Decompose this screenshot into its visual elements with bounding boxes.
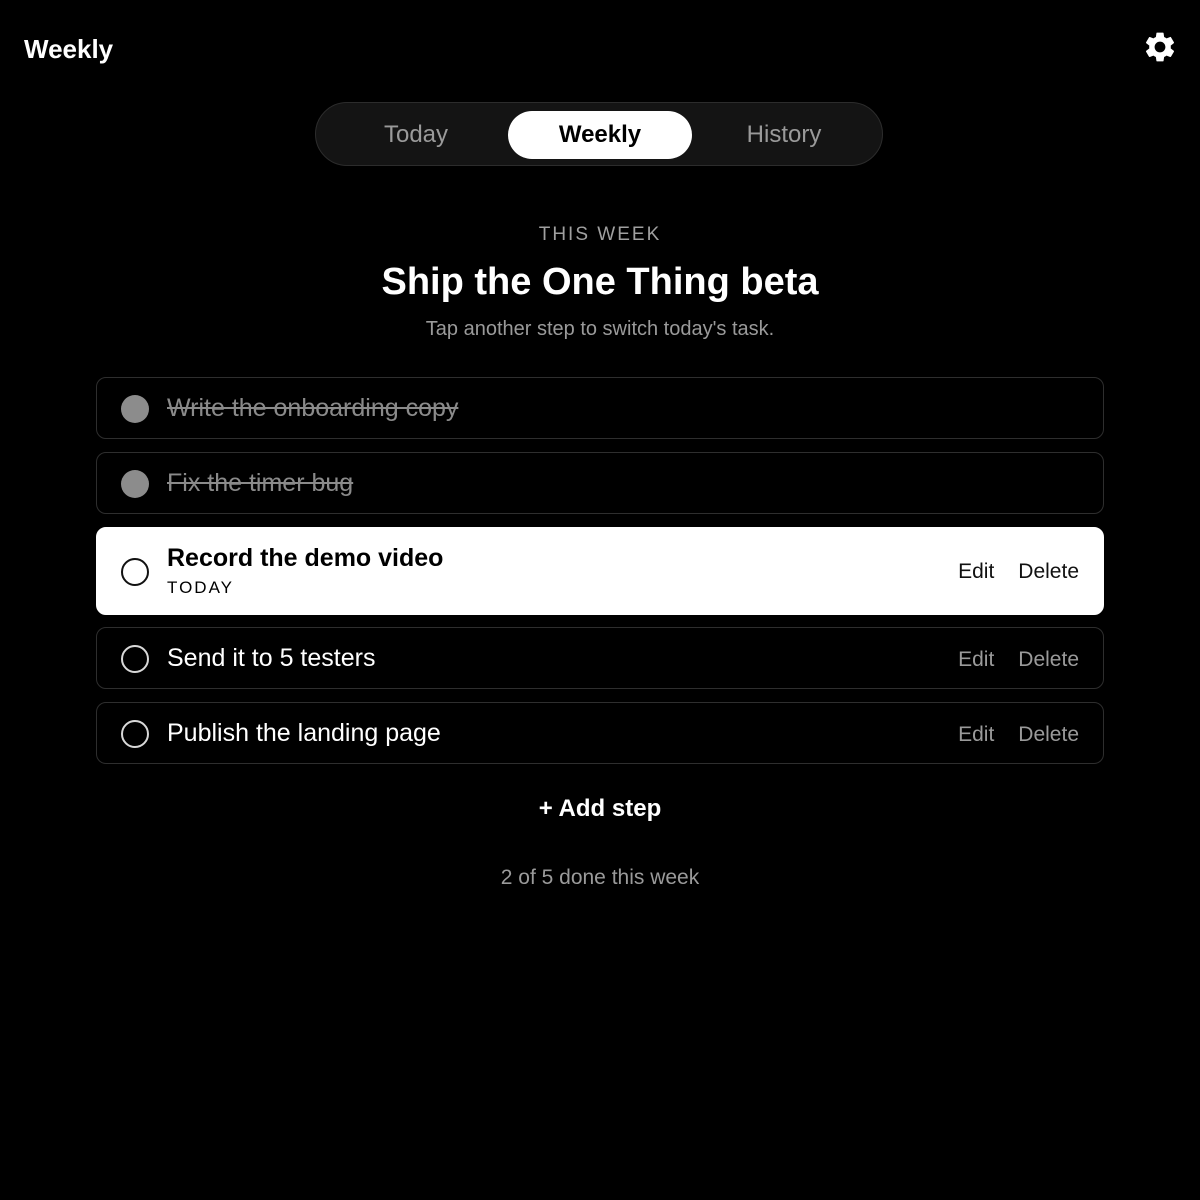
step-actions: Edit Delete	[958, 558, 1079, 586]
switch-hint: Tap another step to switch today's task.	[425, 318, 775, 340]
step-item[interactable]: Write the onboarding copy	[96, 377, 1104, 439]
app-root: Weekly Today Weekly History THIS WEEK Sh…	[0, 0, 1200, 1200]
view-tabs: Today Weekly History	[315, 102, 883, 166]
step-item[interactable]: Fix the timer bug	[96, 452, 1104, 514]
step-actions: Edit Delete	[958, 646, 1079, 674]
step-item[interactable]: Send it to 5 testers Edit Delete	[96, 627, 1104, 689]
step-label: Record the demo video	[167, 544, 444, 572]
edit-button[interactable]: Edit	[958, 721, 994, 749]
step-item-current[interactable]: Record the demo video TODAY Edit Delete	[96, 527, 1104, 615]
delete-button[interactable]: Delete	[1018, 558, 1079, 586]
tab-today[interactable]: Today	[324, 111, 508, 159]
delete-button[interactable]: Delete	[1018, 646, 1079, 674]
completed-dot-icon	[121, 470, 149, 498]
add-step-button[interactable]: + Add step	[0, 793, 1200, 825]
checkbox-circle-icon[interactable]	[121, 558, 149, 586]
step-label: Publish the landing page	[167, 719, 441, 747]
app-title: Weekly	[24, 34, 114, 64]
step-label: Fix the timer bug	[167, 469, 354, 497]
tab-history[interactable]: History	[692, 111, 876, 159]
gear-icon	[1145, 32, 1175, 62]
weekly-progress-text: 2 of 5 done this week	[500, 866, 700, 889]
delete-button[interactable]: Delete	[1018, 721, 1079, 749]
step-label: Write the onboarding copy	[167, 394, 459, 422]
today-tag: TODAY	[167, 578, 234, 597]
section-eyebrow: THIS WEEK	[538, 224, 662, 245]
edit-button[interactable]: Edit	[958, 558, 994, 586]
checkbox-circle-icon[interactable]	[121, 720, 149, 748]
step-item[interactable]: Publish the landing page Edit Delete	[96, 702, 1104, 764]
completed-dot-icon	[121, 395, 149, 423]
weekly-goal-title: Ship the One Thing beta	[381, 261, 819, 303]
step-actions: Edit Delete	[958, 721, 1079, 749]
step-label: Send it to 5 testers	[167, 644, 376, 672]
checkbox-circle-icon[interactable]	[121, 645, 149, 673]
settings-button[interactable]	[1142, 29, 1178, 65]
tab-weekly[interactable]: Weekly	[508, 111, 692, 159]
edit-button[interactable]: Edit	[958, 646, 994, 674]
